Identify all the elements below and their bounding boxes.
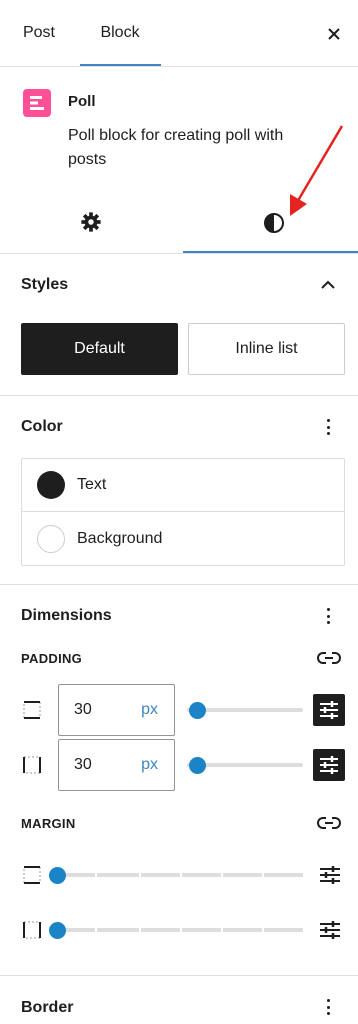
padding-horizontal-icon xyxy=(21,754,43,776)
style-inline-list-button[interactable]: Inline list xyxy=(188,323,345,375)
style-inline-list-label: Inline list xyxy=(235,340,298,357)
color-options-icon[interactable] xyxy=(320,417,336,437)
border-title: Border xyxy=(21,999,74,1016)
margin-horizontal-icon xyxy=(21,919,43,941)
divider xyxy=(0,66,358,67)
margin-vertical-slider-thumb[interactable] xyxy=(49,867,66,884)
slider-step xyxy=(97,873,139,877)
divider xyxy=(0,395,358,396)
color-text-item[interactable]: Text xyxy=(22,459,344,512)
margin-vertical-custom-button[interactable] xyxy=(316,863,344,887)
style-default-button[interactable]: Default xyxy=(21,323,178,375)
styles-title: Styles xyxy=(21,276,69,293)
slider-step xyxy=(141,873,180,877)
text-color-swatch xyxy=(37,471,65,499)
padding-vertical-icon xyxy=(21,699,43,721)
tab-block[interactable]: Block xyxy=(80,0,160,66)
slider-step xyxy=(97,928,139,932)
block-title: Poll xyxy=(68,93,96,110)
sliders-icon xyxy=(320,921,340,939)
tab-post[interactable]: Post xyxy=(21,0,57,66)
tab-settings[interactable] xyxy=(0,195,182,252)
close-icon[interactable] xyxy=(326,26,342,42)
sliders-icon xyxy=(320,866,340,884)
slider-step xyxy=(223,873,262,877)
poll-list-icon xyxy=(23,89,51,117)
color-background-label: Background xyxy=(77,529,163,547)
style-default-label: Default xyxy=(74,340,125,357)
margin-horizontal-slider-thumb[interactable] xyxy=(49,922,66,939)
padding-horizontal-slider-thumb[interactable] xyxy=(189,757,206,774)
padding-horizontal-unit[interactable]: px xyxy=(141,756,158,774)
slider-step xyxy=(141,928,180,932)
link-icon[interactable] xyxy=(316,649,342,667)
slider-step xyxy=(264,873,303,877)
background-color-swatch xyxy=(37,524,65,553)
link-icon[interactable] xyxy=(316,814,342,832)
padding-horizontal-custom-button[interactable] xyxy=(313,749,345,781)
sliders-icon xyxy=(320,701,338,719)
padding-vertical-unit[interactable]: px xyxy=(141,701,158,719)
padding-vertical-slider-thumb[interactable] xyxy=(189,702,206,719)
margin-vertical-icon xyxy=(21,864,43,886)
slider-step xyxy=(223,928,262,932)
divider xyxy=(0,253,358,254)
slider-step xyxy=(182,928,221,932)
padding-horizontal-input[interactable]: 30 px xyxy=(58,739,175,791)
divider xyxy=(0,584,358,585)
color-text-label: Text xyxy=(77,476,107,493)
margin-label: MARGIN xyxy=(21,816,76,831)
padding-label: PADDING xyxy=(21,651,83,666)
divider xyxy=(0,975,358,976)
dimensions-title: Dimensions xyxy=(21,607,112,624)
margin-horizontal-custom-button[interactable] xyxy=(316,918,344,942)
chevron-up-icon[interactable] xyxy=(320,278,336,292)
color-title: Color xyxy=(21,418,63,435)
padding-vertical-input[interactable]: 30 px xyxy=(58,684,175,736)
tab-post-label: Post xyxy=(22,24,55,41)
gear-icon xyxy=(80,211,102,233)
block-description: Poll block for creating poll with posts xyxy=(68,127,284,168)
padding-vertical-custom-button[interactable] xyxy=(313,694,345,726)
padding-vertical-value: 30 xyxy=(74,701,92,718)
border-options-icon[interactable] xyxy=(320,997,336,1017)
padding-horizontal-value: 30 xyxy=(74,756,92,773)
slider-step xyxy=(182,873,221,877)
color-background-item[interactable]: Background xyxy=(22,512,344,565)
sliders-icon xyxy=(320,756,338,774)
annotation-arrow-icon xyxy=(290,125,344,216)
slider-step xyxy=(264,928,303,932)
dimensions-options-icon[interactable] xyxy=(320,606,336,626)
tab-block-label: Block xyxy=(100,24,140,41)
color-panel: Text Background xyxy=(21,458,345,566)
